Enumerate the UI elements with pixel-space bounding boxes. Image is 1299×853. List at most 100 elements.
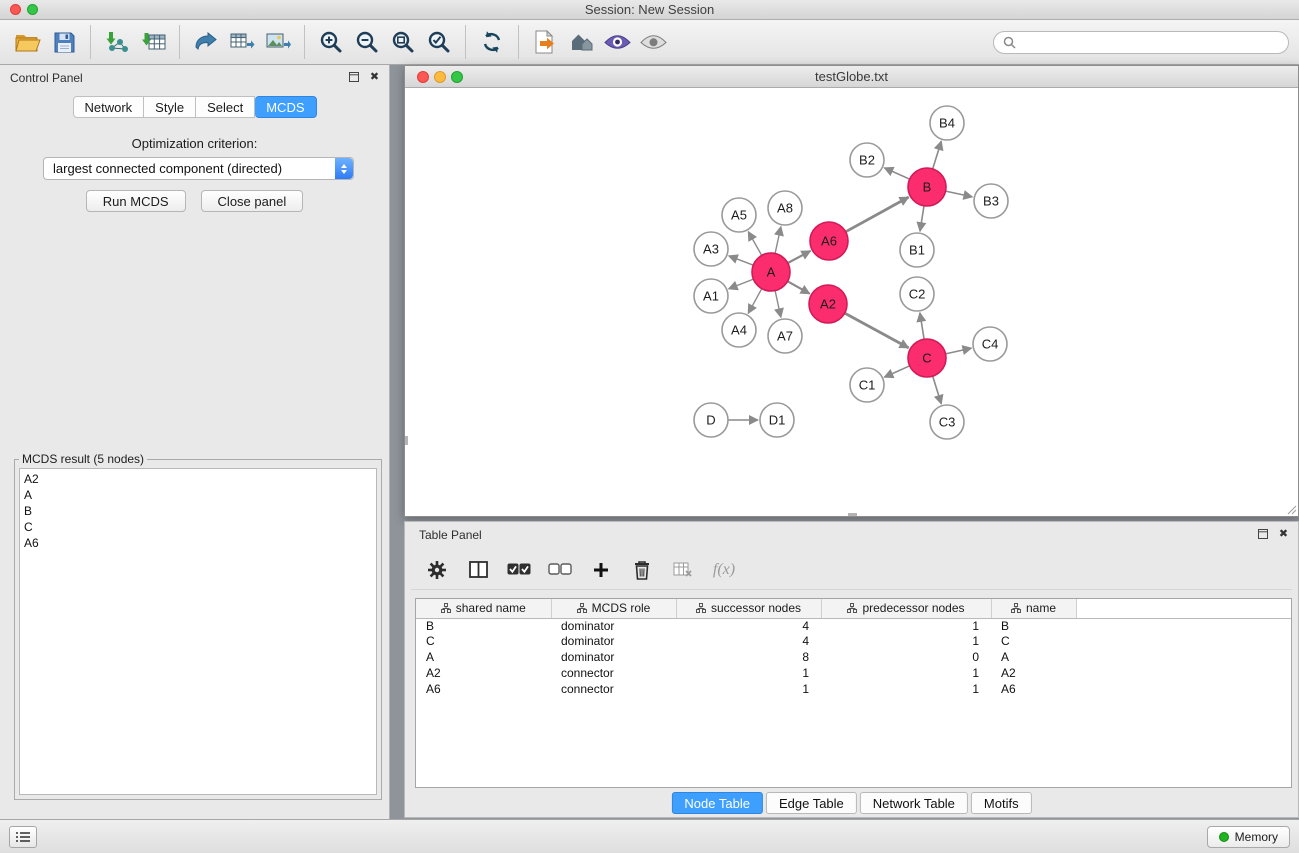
export-document-button[interactable] — [527, 23, 563, 61]
table-cell[interactable]: 1 — [676, 666, 821, 682]
zoom-selected-button[interactable] — [421, 23, 457, 61]
graph-edge-A-A5[interactable] — [748, 232, 761, 256]
graph-edge-B-B3[interactable] — [946, 191, 973, 197]
graph-edge-A-A3[interactable] — [729, 256, 754, 265]
export-network-button[interactable] — [188, 23, 224, 61]
deselect-all-columns-button[interactable] — [548, 556, 572, 584]
table-settings-button[interactable] — [425, 556, 449, 584]
table-cell[interactable]: C — [416, 634, 551, 650]
hide-details-button[interactable] — [635, 23, 671, 61]
table-cell[interactable]: 1 — [821, 666, 991, 682]
table-cell[interactable]: A6 — [991, 682, 1076, 698]
table-cell[interactable]: B — [416, 618, 551, 634]
zoom-in-button[interactable] — [313, 23, 349, 61]
graph-edge-C-C3[interactable] — [933, 376, 942, 404]
function-builder-button[interactable]: f(x) — [712, 556, 736, 584]
network-window-minimize-button[interactable] — [434, 71, 446, 83]
table-cell[interactable]: 1 — [821, 682, 991, 698]
table-cell[interactable]: 4 — [676, 634, 821, 650]
graph-node-A3[interactable]: A3 — [694, 232, 728, 266]
graphics-details-button[interactable] — [599, 23, 635, 61]
tab-network[interactable]: Network — [72, 96, 144, 118]
tab-style[interactable]: Style — [144, 96, 196, 118]
table-cell[interactable]: A — [991, 650, 1076, 666]
graph-node-A6[interactable]: A6 — [810, 222, 848, 260]
graph-node-A1[interactable]: A1 — [694, 279, 728, 313]
graph-node-C[interactable]: C — [908, 339, 946, 377]
graph-node-A4[interactable]: A4 — [722, 313, 756, 347]
column-header-predecessor-nodes[interactable]: predecessor nodes — [821, 599, 991, 618]
graph-node-C2[interactable]: C2 — [900, 277, 934, 311]
delete-table-button[interactable] — [671, 556, 695, 584]
graph-node-A5[interactable]: A5 — [722, 198, 756, 232]
tab-edge-table[interactable]: Edge Table — [766, 792, 857, 814]
table-cell[interactable]: dominator — [551, 634, 676, 650]
resize-grip[interactable] — [1286, 504, 1297, 515]
network-canvas[interactable]: B4B2BB3A5A8A6A3B1AC2A1A2A4A7C4CC1DD1C3 — [405, 88, 1298, 516]
graph-node-A[interactable]: A — [752, 253, 790, 291]
graph-edge-A6-B[interactable] — [846, 197, 909, 232]
float-table-panel-button[interactable] — [1256, 527, 1269, 540]
search-input[interactable] — [1021, 35, 1279, 50]
graph-node-B3[interactable]: B3 — [974, 184, 1008, 218]
table-cell[interactable]: 1 — [821, 634, 991, 650]
table-cell[interactable]: A2 — [416, 666, 551, 682]
graph-edge-A-A4[interactable] — [748, 289, 762, 314]
float-panel-button[interactable] — [347, 70, 360, 83]
window-zoom-button[interactable] — [27, 4, 38, 15]
zoom-fit-button[interactable] — [385, 23, 421, 61]
column-header-name[interactable]: name — [991, 599, 1076, 618]
criterion-select[interactable]: largest connected component (directed) — [43, 157, 354, 180]
graph-edge-A-A8[interactable] — [775, 227, 781, 254]
close-control-panel-button[interactable]: ✖ — [368, 70, 381, 83]
import-table-button[interactable] — [135, 23, 171, 61]
mcds-result-item[interactable]: C — [24, 519, 372, 535]
toggle-column-view-button[interactable] — [466, 556, 490, 584]
table-cell[interactable]: A6 — [416, 682, 551, 698]
graph-edge-A-A7[interactable] — [775, 291, 781, 318]
zoom-out-button[interactable] — [349, 23, 385, 61]
tab-motifs[interactable]: Motifs — [971, 792, 1032, 814]
apply-layout-button[interactable] — [474, 23, 510, 61]
column-header-shared-name[interactable]: shared name — [416, 599, 551, 618]
mcds-result-item[interactable]: A6 — [24, 535, 372, 551]
delete-columns-button[interactable] — [630, 556, 654, 584]
tab-mcds[interactable]: MCDS — [255, 96, 316, 118]
network-window-close-button[interactable] — [417, 71, 429, 83]
window-close-button[interactable] — [10, 4, 21, 15]
table-cell[interactable]: C — [991, 634, 1076, 650]
graph-node-A2[interactable]: A2 — [809, 285, 847, 323]
table-cell[interactable]: connector — [551, 666, 676, 682]
table-cell[interactable]: dominator — [551, 650, 676, 666]
graph-node-B[interactable]: B — [908, 168, 946, 206]
tab-select[interactable]: Select — [196, 96, 255, 118]
table-cell[interactable]: 1 — [821, 618, 991, 634]
network-graph[interactable]: B4B2BB3A5A8A6A3B1AC2A1A2A4A7C4CC1DD1C3 — [405, 88, 1298, 516]
mcds-result-item[interactable]: B — [24, 503, 372, 519]
export-image-button[interactable] — [260, 23, 296, 61]
graph-edge-C-C4[interactable] — [946, 348, 972, 354]
save-session-button[interactable] — [46, 23, 82, 61]
network-window-zoom-button[interactable] — [451, 71, 463, 83]
graph-node-B1[interactable]: B1 — [900, 233, 934, 267]
tab-network-table[interactable]: Network Table — [860, 792, 968, 814]
table-cell[interactable]: 0 — [821, 650, 991, 666]
mcds-result-item[interactable]: A2 — [24, 471, 372, 487]
graph-edge-C-C2[interactable] — [920, 313, 924, 339]
graph-node-B4[interactable]: B4 — [930, 106, 964, 140]
column-header-successor-nodes[interactable]: successor nodes — [676, 599, 821, 618]
graph-edge-A-A2[interactable] — [788, 281, 810, 293]
open-session-button[interactable] — [10, 23, 46, 61]
graph-node-C4[interactable]: C4 — [973, 327, 1007, 361]
mcds-result-item[interactable]: A — [24, 487, 372, 503]
table-cell[interactable]: A — [416, 650, 551, 666]
table-cell[interactable]: A2 — [991, 666, 1076, 682]
table-cell[interactable]: B — [991, 618, 1076, 634]
graph-node-D[interactable]: D — [694, 403, 728, 437]
graph-edge-A-A6[interactable] — [788, 251, 811, 263]
close-panel-button[interactable]: Close panel — [201, 190, 304, 212]
memory-button[interactable]: Memory — [1207, 826, 1290, 848]
graph-node-A7[interactable]: A7 — [768, 319, 802, 353]
graph-edge-A2-C[interactable] — [845, 313, 909, 348]
mcds-result-list[interactable]: A2ABCA6 — [19, 468, 377, 795]
